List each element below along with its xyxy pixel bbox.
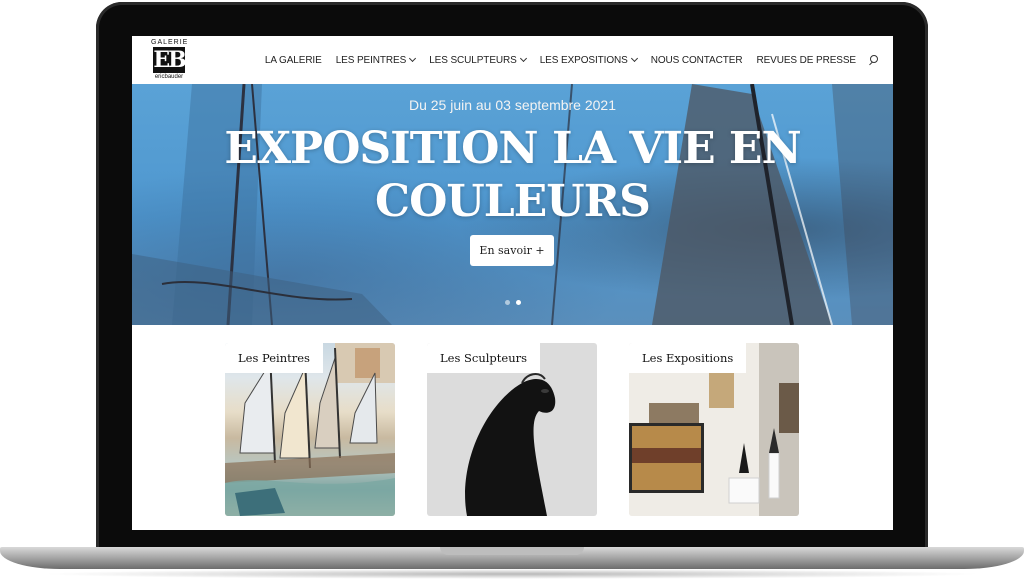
laptop-shadow (40, 569, 984, 579)
nav-item-revues-de-presse[interactable]: REVUES DE PRESSE (749, 55, 863, 66)
nav-label: LA GALERIE (264, 54, 322, 66)
card-label: Les Peintres (225, 343, 323, 373)
card-label: Les Sculpteurs (427, 343, 540, 373)
hero-title: EXPOSITION LA VIE EN COULEURS (224, 123, 801, 227)
chevron-down-icon (409, 54, 417, 63)
nav-label: LES PEINTRES (335, 54, 407, 66)
nav-item-les-expositions[interactable]: LES EXPOSITIONS (533, 55, 644, 66)
hero-date: Du 25 juin au 03 septembre 2021 (408, 97, 617, 113)
nav-item-les-sculpteurs[interactable]: LES SCULPTEURS (422, 55, 533, 66)
card-les-sculpteurs[interactable]: Les Sculpteurs (427, 343, 597, 516)
nav-item-les-peintres[interactable]: LES PEINTRES (329, 55, 423, 66)
nav-label: LES SCULPTEURS (429, 54, 517, 66)
search-icon[interactable] (869, 55, 879, 65)
nav-label: NOUS CONTACTER (650, 54, 743, 66)
hero-slider: Du 25 juin au 03 septembre 2021 EXPOSITI… (132, 84, 893, 325)
nav-label: REVUES DE PRESSE (756, 54, 856, 66)
site-header: GALERIE EB ericbauder LA GALERIE LES PEI… (132, 36, 893, 84)
logo-mark: EB (153, 47, 187, 73)
laptop-notch (440, 547, 584, 555)
logo-top-text: GALERIE (151, 39, 189, 46)
card-les-peintres[interactable]: Les Peintres (225, 343, 395, 516)
slider-dot[interactable] (505, 300, 510, 305)
slider-dot-active[interactable] (516, 300, 521, 305)
site-logo[interactable]: GALERIE EB ericbauder (151, 39, 187, 83)
logo-bottom-text: ericbauder (154, 74, 184, 80)
card-les-expositions[interactable]: Les Expositions (629, 343, 799, 516)
hero-cta-button[interactable]: En savoir + (470, 235, 554, 266)
hero-content: Du 25 juin au 03 septembre 2021 EXPOSITI… (132, 84, 893, 325)
nav-label: LES EXPOSITIONS (539, 54, 628, 66)
chevron-down-icon (630, 54, 638, 63)
chevron-down-icon (519, 54, 527, 63)
category-cards: Les Peintres Les Sculpteurs Les Expositi… (132, 325, 893, 530)
website-screen: GALERIE EB ericbauder LA GALERIE LES PEI… (132, 36, 893, 530)
card-label: Les Expositions (629, 343, 747, 373)
nav-item-nous-contacter[interactable]: NOUS CONTACTER (644, 55, 750, 66)
nav-item-la-galerie[interactable]: LA GALERIE (258, 55, 329, 66)
main-nav: LA GALERIE LES PEINTRES LES SCULPTEURS L… (258, 36, 879, 84)
slider-dots (505, 300, 521, 305)
